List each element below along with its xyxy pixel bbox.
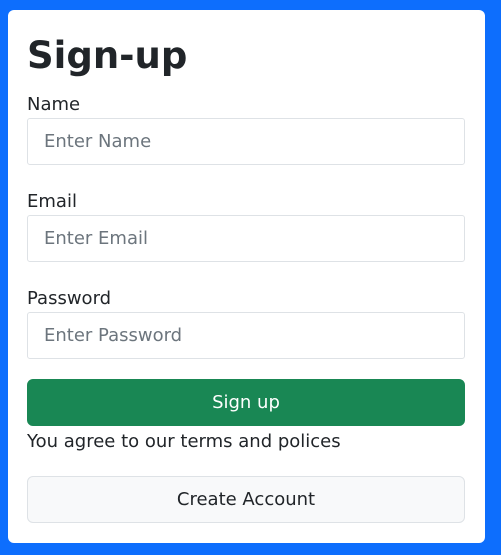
page-title: Sign-up [27, 34, 188, 77]
password-label: Password [27, 288, 112, 309]
name-input[interactable] [27, 118, 465, 165]
terms-text: You agree to our terms and polices [27, 431, 341, 452]
signup-button[interactable]: Sign up [27, 379, 465, 426]
signup-card: Sign-up Name Email Password Sign up You … [8, 10, 485, 543]
name-label: Name [27, 94, 81, 115]
password-input[interactable] [27, 312, 465, 359]
email-input[interactable] [27, 215, 465, 262]
create-account-button[interactable]: Create Account [27, 476, 465, 523]
email-label: Email [27, 191, 77, 212]
